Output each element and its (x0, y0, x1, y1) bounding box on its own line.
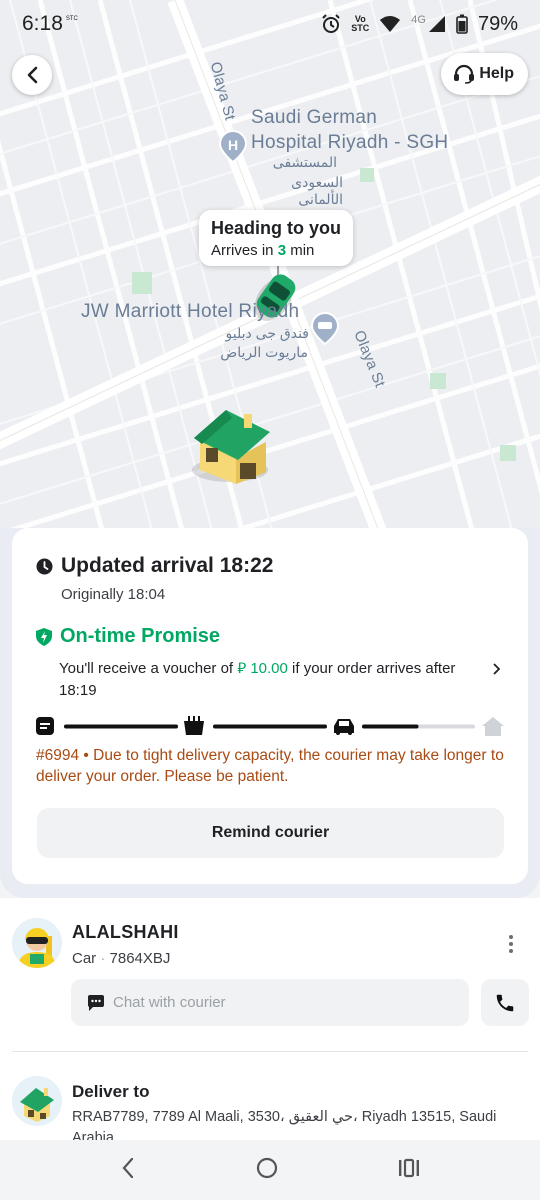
alarm-icon (322, 14, 340, 33)
vehicle-separator: · (100, 950, 106, 967)
hospital-label-ar: السعودى الألمانى (291, 174, 343, 207)
eta-suffix: min (286, 242, 315, 259)
order-status-card: Updated arrival 18:22 Originally 18:04 O… (12, 528, 528, 884)
nav-back-button[interactable] (120, 1157, 136, 1184)
arrival-row: Updated arrival 18:22 (36, 554, 504, 578)
nav-recents-icon (399, 1158, 420, 1177)
phone-icon (496, 994, 514, 1011)
voucher-amount: ⃁ 10.00 (237, 660, 288, 677)
vehicle-type: Car (72, 950, 97, 967)
eta-prefix: Arrives in (211, 242, 278, 259)
courier-section: ALALSHAHI Car · 7864XBJ Chat with courie… (0, 898, 540, 1146)
progress-segment-3 (362, 724, 419, 729)
kebab-menu-icon (509, 935, 513, 953)
voucher-info[interactable]: You'll receive a voucher of ⃁ 10.00 if y… (59, 658, 504, 702)
bag-icon (184, 716, 204, 735)
status-bar: 6:18 STC Vo STC 4G 79% (0, 0, 540, 48)
chat-bubble-icon (87, 994, 104, 1011)
volte-indicator: Vo STC (351, 15, 369, 33)
more-options-button[interactable] (508, 934, 514, 959)
delivery-progress (36, 716, 504, 736)
help-button[interactable]: Help (441, 53, 528, 95)
hotel-label-ar: فندق جى دبليو (225, 325, 309, 341)
shield-bolt-icon (36, 627, 52, 646)
voucher-text: You'll receive a voucher of ⃁ 10.00 if y… (59, 658, 469, 702)
hospital-label-en: Hospital Riyadh - SGH (251, 132, 449, 153)
carrier-tag: STC (65, 16, 78, 22)
nav-back-icon (122, 1157, 133, 1178)
voucher-prefix: You'll receive a voucher of (59, 660, 238, 677)
original-arrival: Originally 18:04 (61, 586, 166, 603)
hospital-label-en: Saudi German (251, 107, 378, 128)
back-button[interactable] (12, 55, 52, 95)
delay-notice: #6994 • Due to tight delivery capacity, … (36, 747, 504, 785)
courier-avatar (12, 918, 62, 968)
chevron-left-icon (27, 66, 38, 84)
progress-segment-1 (64, 724, 178, 729)
hospital-label-ar: المستشفى (272, 154, 337, 170)
headset-icon (454, 64, 475, 84)
network-type: 4G (411, 14, 426, 26)
courier-avatar-icon (12, 918, 62, 968)
volte-bottom: STC (351, 23, 370, 33)
signal-icon (428, 16, 445, 32)
battery-percent: 79% (477, 12, 518, 35)
chat-with-courier-input[interactable]: Chat with courier (71, 979, 469, 1026)
clock-icon (36, 558, 53, 574)
svg-text:H: H (228, 137, 238, 153)
courier-name: ALALSHAHI (72, 922, 179, 942)
car-icon (334, 719, 354, 735)
help-label: Help (479, 65, 514, 82)
eta-bubble: Heading to you Arrives in 3 min (199, 210, 353, 266)
remind-courier-button[interactable]: Remind courier (37, 808, 504, 858)
hotel-label-en: JW Marriott Hotel Riyadh (81, 301, 300, 322)
section-divider (12, 1051, 528, 1052)
promise-row: On-time Promise (36, 625, 504, 648)
eta-text: Arrives in 3 min (211, 242, 341, 259)
nav-home-button[interactable] (255, 1156, 279, 1185)
progress-segment-2 (213, 724, 327, 729)
call-courier-button[interactable] (481, 979, 529, 1026)
delivery-address-avatar (12, 1076, 62, 1126)
home-icon (482, 717, 504, 736)
battery-icon (456, 14, 468, 34)
deliver-to-title: Deliver to (72, 1082, 150, 1101)
chevron-right-icon (493, 663, 500, 675)
courier-vehicle: Car · 7864XBJ (72, 950, 170, 967)
vehicle-plate: 7864XBJ (109, 950, 171, 967)
system-nav-bar (0, 1140, 540, 1200)
order-status-sheet: Updated arrival 18:22 Originally 18:04 O… (0, 528, 540, 898)
nav-recents-button[interactable] (398, 1158, 420, 1183)
eta-minutes: 3 (277, 242, 287, 259)
chat-placeholder: Chat with courier (113, 994, 226, 1011)
receipt-icon (36, 717, 54, 735)
status-time: 6:18 (22, 12, 63, 35)
eta-title: Heading to you (211, 218, 341, 238)
house-icon (12, 1076, 62, 1126)
hotel-label-ar: ماريوت الرياض (220, 344, 308, 360)
updated-arrival: Updated arrival 18:22 (61, 554, 274, 577)
promise-title: On-time Promise (60, 625, 221, 647)
wifi-icon (380, 16, 401, 32)
nav-home-icon (256, 1157, 278, 1178)
